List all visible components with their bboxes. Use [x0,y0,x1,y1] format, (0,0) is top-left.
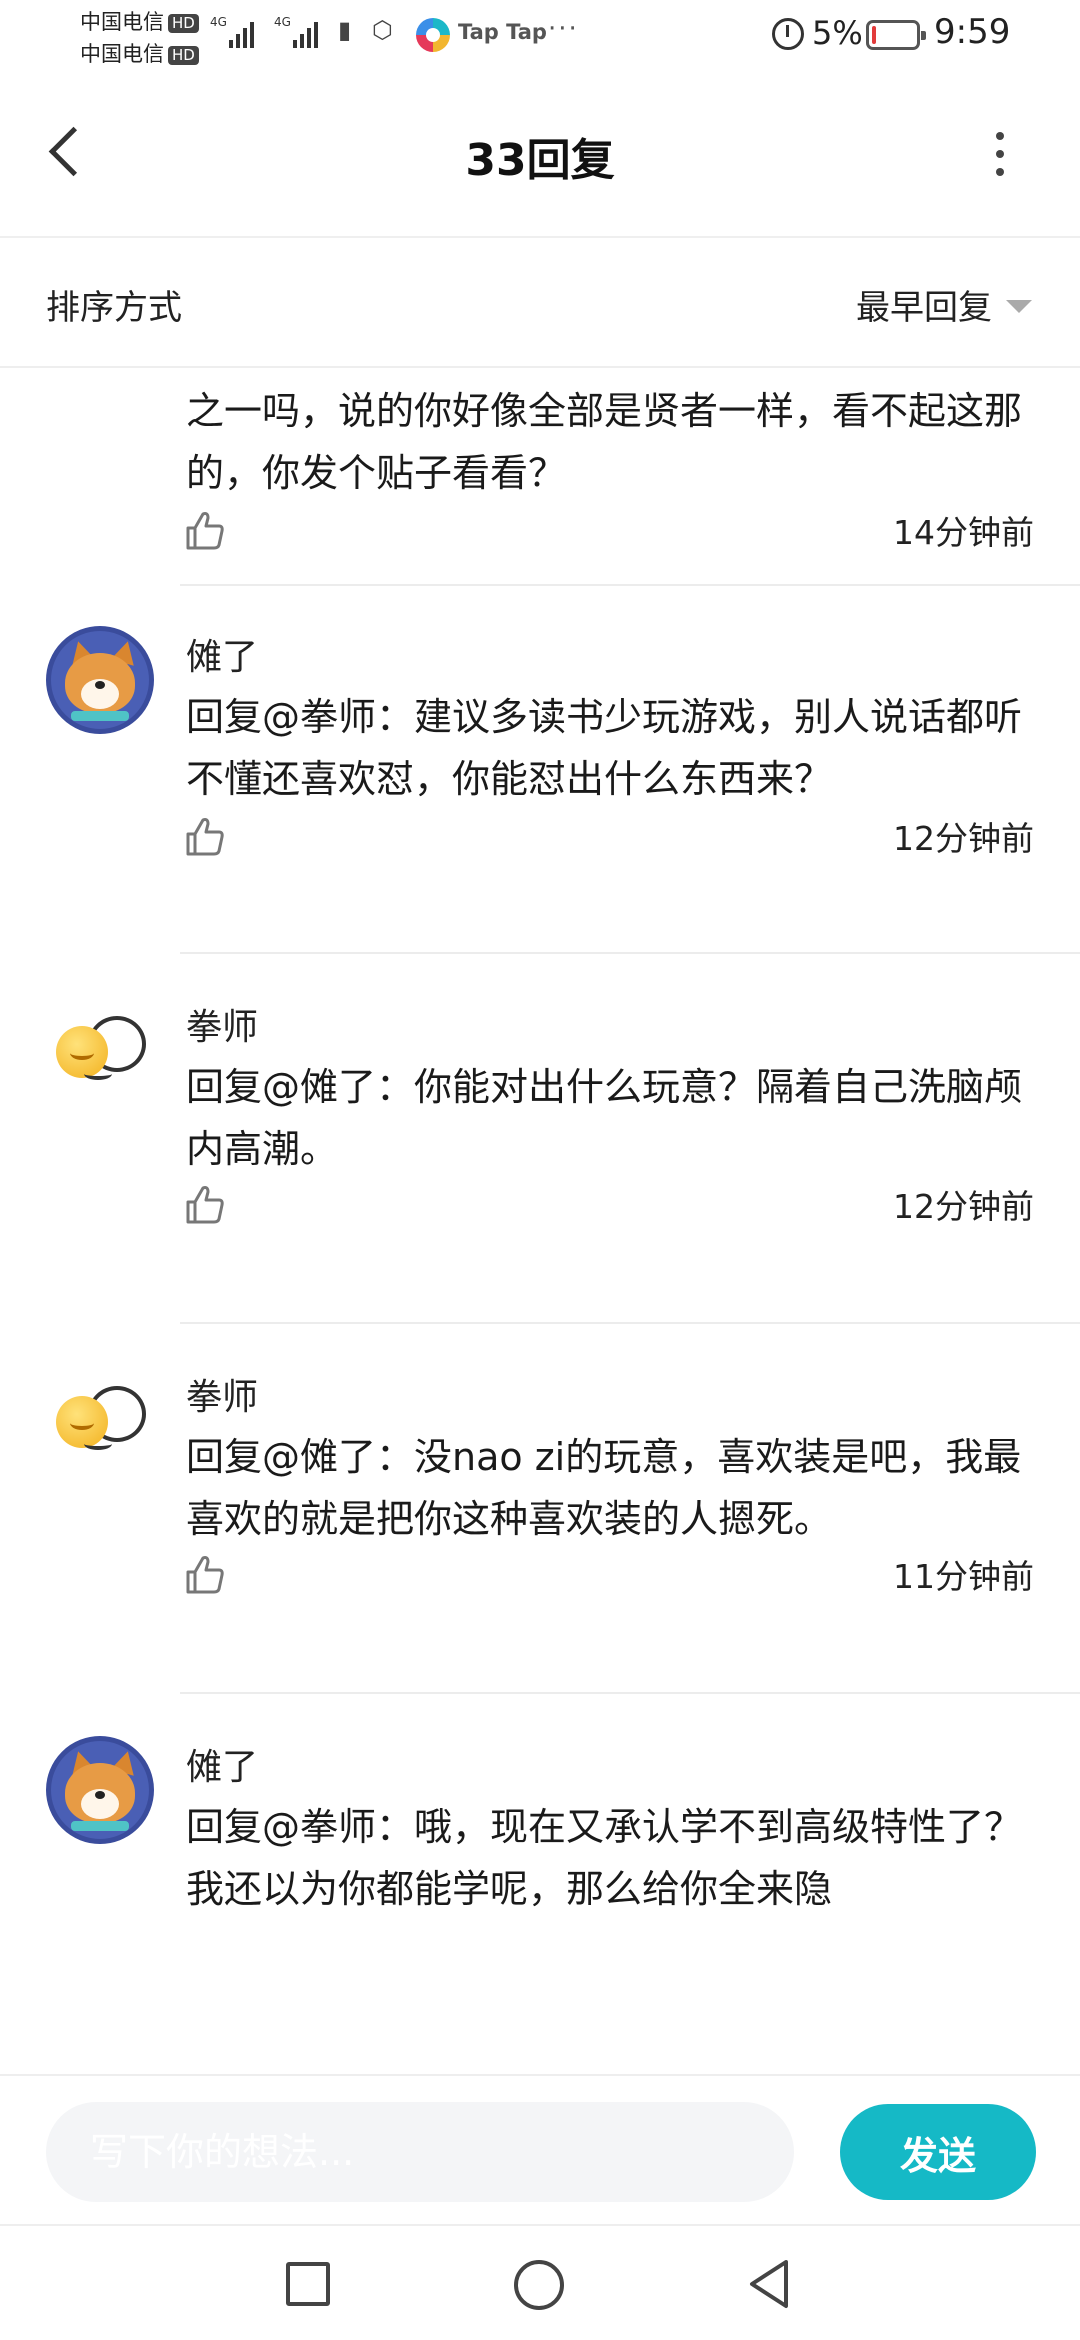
comment-item: 傩了 回复@拳师：哦，现在又承认学不到高级特性了？我还以为你都能学呢，那么给你全… [0,1696,1080,2064]
comment-username[interactable]: 傩了 [186,628,258,680]
home-circle-icon[interactable] [514,2260,564,2310]
comment-timestamp: 12分钟前 [893,1187,1034,1226]
like-icon[interactable] [182,814,228,860]
avatar[interactable] [46,996,154,1104]
network-type-1: 4G [210,15,227,29]
sort-selected-value: 最早回复 [856,288,992,328]
title-bar: 33回复 [0,72,1080,238]
send-button[interactable]: 发送 [840,2104,1036,2200]
chevron-down-icon [1006,300,1032,313]
more-options-icon[interactable] [980,124,1020,184]
sort-bar: 排序方式 最早回复 [0,240,1080,368]
more-notifications-icon: ··· [548,14,579,44]
comment-text: 回复@拳师：建议多读书少玩游戏，别人说话都听不懂还喜欢怼，你能怼出什么东西来？ [186,695,1023,801]
avatar[interactable] [46,626,154,734]
sort-dropdown[interactable]: 最早回复 [856,280,1032,329]
avatar[interactable] [46,1366,154,1474]
comment-timestamp: 14分钟前 [893,513,1034,552]
status-bar: 中国电信 HD 中国电信 HD 4G 4G ▮ ⬡ Tap Tap ··· 5% 9… [0,0,1080,72]
reply-thread-screen: 中国电信 HD 中国电信 HD 4G 4G ▮ ⬡ Tap Tap ··· 5% 9… [0,0,1080,2340]
like-icon[interactable] [182,1182,228,1228]
comment-text: 回复@傩了：你能对出什么玩意？隔着自己洗脑颅内高潮。 [186,1065,1023,1171]
comment-item: 傩了 回复@拳师：建议多读书少玩游戏，别人说话都听不懂还喜欢怼，你能怼出什么东西… [0,586,1080,954]
page-title: 33回复 [465,135,615,186]
back-triangle-icon[interactable] [746,2258,794,2310]
comment-item: 拳师 回复@傩了：你能对出什么玩意？隔着自己洗脑颅内高潮。 12分钟前 [0,956,1080,1324]
divider [180,1322,1080,1324]
recents-square-icon[interactable] [286,2262,330,2306]
carrier-2: 中国电信 HD [80,38,199,68]
comment-item: 傩了 我装什么？你的苗子能百分百学到霸贤隐三个特性之一吗，说的你好像全部是贤者一… [0,368,1080,586]
battery-percent: 5% [812,14,863,52]
like-icon[interactable] [182,508,228,554]
comment-list[interactable]: 傩了 我装什么？你的苗子能百分百学到霸贤隐三个特性之一吗，说的你好像全部是贤者一… [0,368,1080,2074]
comment-text: 回复@傩了：没nao zi的玩意，喜欢装是吧，我最喜欢的就是把你这种喜欢装的人摁… [186,1435,1022,1541]
comment-timestamp: 12分钟前 [893,819,1034,858]
divider [180,1692,1080,1694]
signal-icon: 4G [210,16,254,48]
avatar[interactable] [46,1736,154,1844]
comment-item: 拳师 回复@傩了：没nao zi的玩意，喜欢装是吧，我最喜欢的就是把你这种喜欢装… [0,1326,1080,1694]
hd-badge: HD [168,14,199,33]
hd-badge: HD [168,46,199,65]
divider [180,952,1080,954]
comment-text: 我装什么？你的苗子能百分百学到霸贤隐三个特性之一吗，说的你好像全部是贤者一样，看… [186,368,1023,495]
carrier-1-label: 中国电信 [80,10,164,34]
comment-timestamp: 11分钟前 [893,1557,1034,1596]
signal-indicators: 4G 4G [210,16,318,48]
network-type-2: 4G [274,15,291,29]
like-icon[interactable] [182,1552,228,1598]
comment-username[interactable]: 拳师 [186,998,258,1050]
comment-username[interactable]: 拳师 [186,1368,258,1420]
composer-bar: 发送 [0,2074,1080,2224]
taptap-logo-icon [416,18,450,52]
comment-input[interactable] [46,2102,794,2202]
carrier-2-label: 中国电信 [80,42,164,66]
shield-icon: ⬡ [372,16,393,44]
comment-username[interactable]: 傩了 [186,1738,258,1790]
clock: 9:59 [934,12,1011,52]
carrier-1: 中国电信 HD [80,6,199,36]
system-nav-bar [0,2224,1080,2340]
comment-text: 回复@拳师：哦，现在又承认学不到高级特性了？我还以为你都能学呢，那么给你全来隐 [186,1805,1023,1911]
app-name: Tap Tap [458,20,547,44]
sort-label: 排序方式 [46,288,182,328]
signal-icon: 4G [274,16,318,48]
battery-warning-icon: ▮ [338,16,352,44]
alarm-icon [772,18,804,50]
battery-icon [866,20,926,50]
